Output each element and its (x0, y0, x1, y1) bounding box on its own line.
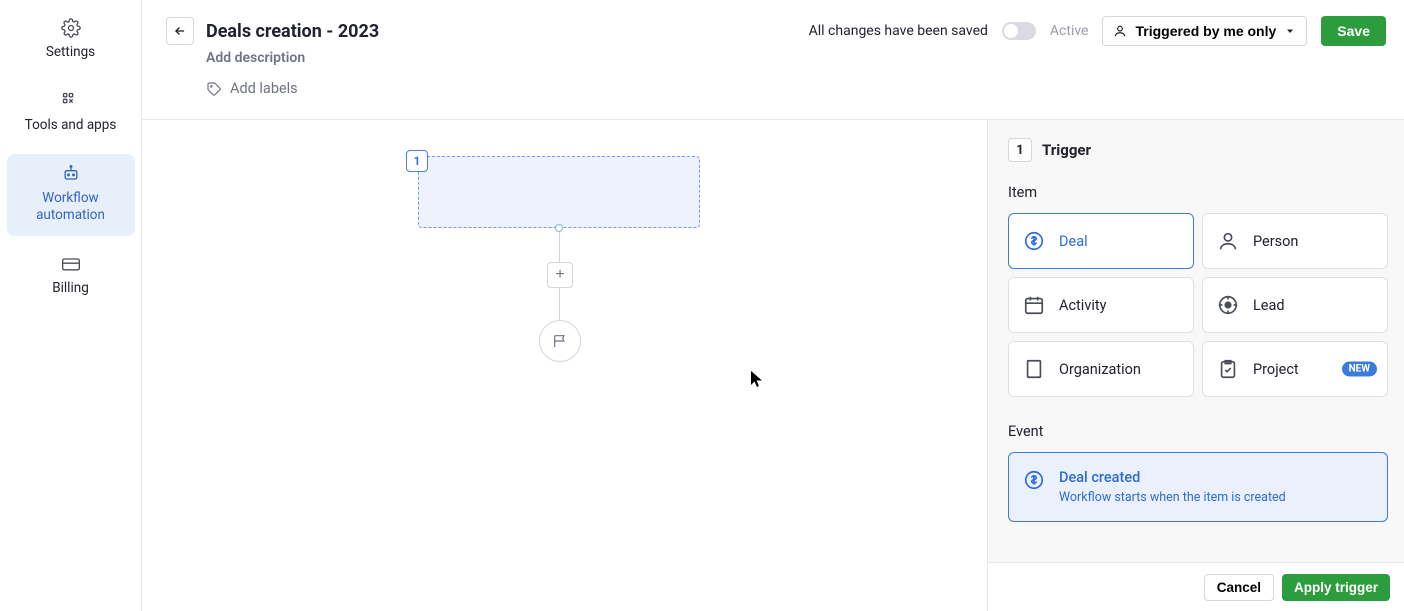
cursor-icon (750, 370, 764, 388)
item-card-project[interactable]: Project NEW (1202, 341, 1388, 397)
connector-line (559, 288, 560, 320)
event-card-deal-created[interactable]: Deal created Workflow starts when the it… (1008, 452, 1388, 522)
sidebar-item-settings[interactable]: Settings (7, 8, 135, 73)
workflow-canvas[interactable]: 1 + (142, 120, 987, 611)
event-card-title: Deal created (1059, 469, 1286, 486)
add-labels-link[interactable]: Add labels (206, 80, 1386, 97)
event-card-subtitle: Workflow starts when the item is created (1059, 490, 1286, 505)
item-card-label: Lead (1253, 297, 1285, 314)
new-badge: NEW (1342, 362, 1377, 377)
event-section-label: Event (1008, 423, 1388, 440)
add-description-link[interactable]: Add description (206, 50, 305, 66)
trigger-step-box[interactable] (418, 156, 700, 228)
robot-icon (61, 164, 81, 184)
item-card-label: Activity (1059, 297, 1106, 314)
item-card-activity[interactable]: Activity (1008, 277, 1194, 333)
dropdown-label: Triggered by me only (1135, 23, 1276, 39)
panel-title: Trigger (1042, 141, 1091, 159)
sidebar-item-billing[interactable]: Billing (7, 244, 135, 309)
triggered-by-dropdown[interactable]: Triggered by me only (1102, 16, 1307, 46)
step-number-badge: 1 (406, 150, 428, 172)
item-card-label: Organization (1059, 361, 1141, 378)
sidebar-item-label: Billing (52, 280, 89, 297)
dollar-icon (1023, 469, 1045, 491)
tag-icon (206, 81, 222, 97)
item-card-organization[interactable]: Organization (1008, 341, 1194, 397)
sidebar-item-label: Workflow automation (11, 190, 131, 224)
apply-trigger-button[interactable]: Apply trigger (1282, 574, 1390, 601)
sidebar: Settings Tools and apps Workflow automat… (0, 0, 142, 611)
clipboard-check-icon (1217, 358, 1239, 380)
item-card-label: Deal (1059, 233, 1088, 250)
panel-footer: Cancel Apply trigger (987, 562, 1404, 611)
building-icon (1023, 358, 1045, 380)
header: Deals creation - 2023 All changes have b… (142, 0, 1404, 120)
dollar-icon (1023, 230, 1045, 252)
trigger-panel: 1 Trigger Item Deal Person Activity Lead… (987, 120, 1404, 562)
page-title: Deals creation - 2023 (206, 21, 379, 42)
item-card-person[interactable]: Person (1202, 213, 1388, 269)
credit-card-icon (61, 254, 81, 274)
gear-icon (61, 18, 81, 38)
panel-step-badge: 1 (1008, 138, 1032, 162)
connector-line (559, 232, 560, 262)
item-card-deal[interactable]: Deal (1008, 213, 1194, 269)
chevron-down-icon (1284, 25, 1296, 37)
arrow-left-icon (173, 24, 187, 38)
sidebar-item-label: Tools and apps (25, 117, 117, 134)
active-label: Active (1050, 23, 1089, 39)
item-section-label: Item (1008, 184, 1388, 201)
cancel-button[interactable]: Cancel (1204, 574, 1274, 601)
add-step-button[interactable]: + (547, 262, 573, 288)
sidebar-item-workflow[interactable]: Workflow automation (7, 154, 135, 236)
connector-dot (555, 224, 563, 232)
save-button[interactable]: Save (1321, 16, 1386, 46)
save-status: All changes have been saved (809, 23, 988, 39)
active-toggle[interactable] (1002, 22, 1036, 40)
user-icon (1113, 24, 1127, 38)
back-button[interactable] (166, 17, 194, 45)
item-card-label: Project (1253, 361, 1299, 378)
item-card-label: Person (1253, 233, 1298, 250)
add-labels-text: Add labels (230, 80, 298, 97)
wrench-icon (61, 91, 81, 111)
calendar-icon (1023, 294, 1045, 316)
user-icon (1217, 230, 1239, 252)
target-icon (1217, 294, 1239, 316)
item-card-lead[interactable]: Lead (1202, 277, 1388, 333)
sidebar-item-tools[interactable]: Tools and apps (7, 81, 135, 146)
sidebar-item-label: Settings (46, 44, 95, 61)
end-node (539, 320, 581, 362)
flag-icon (552, 333, 568, 349)
